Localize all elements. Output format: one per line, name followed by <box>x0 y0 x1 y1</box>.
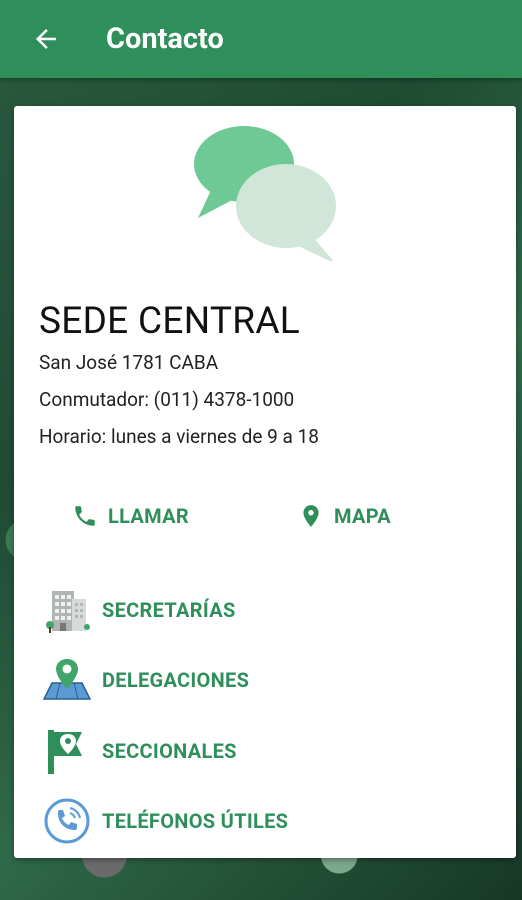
location-flag-icon <box>48 730 82 774</box>
menu-item-seccionales[interactable]: SECCIONALES <box>42 725 492 777</box>
office-hours: Horario: lunes a viernes de 9 a 18 <box>39 425 319 448</box>
contact-card: SEDE CENTRAL San José 1781 CABA Conmutad… <box>14 106 516 858</box>
menu-item-telefonos-utiles[interactable]: TELÉFONOS ÚTILES <box>42 795 492 847</box>
office-name: SEDE CENTRAL <box>39 300 301 343</box>
building-icon <box>46 591 90 633</box>
phone-icon <box>75 506 95 526</box>
chat-bubbles-icon <box>194 126 336 261</box>
call-button[interactable]: LLAMAR <box>72 498 189 534</box>
menu-item-secretarias[interactable]: SECRETARÍAS <box>42 584 492 636</box>
map-label: MAPA <box>334 504 392 528</box>
menu-item-label: SECCIONALES <box>102 739 237 763</box>
menu-item-label: DELEGACIONES <box>102 668 250 692</box>
phone-circle-icon <box>44 798 90 844</box>
call-label: LLAMAR <box>108 504 189 528</box>
map-pin-icon <box>42 659 92 700</box>
menu-item-label: TELÉFONOS ÚTILES <box>102 809 289 833</box>
menu-item-delegaciones[interactable]: DELEGACIONES <box>42 654 492 706</box>
map-button[interactable]: MAPA <box>298 498 391 534</box>
location-pin-icon <box>303 505 319 527</box>
arrow-left-icon <box>36 29 56 49</box>
menu-item-label: SECRETARÍAS <box>102 598 236 622</box>
back-button[interactable] <box>22 15 70 63</box>
office-phone: Conmutador: (011) 4378-1000 <box>39 388 295 411</box>
office-address: San José 1781 CABA <box>39 351 219 374</box>
page-title: Contacto <box>106 22 224 56</box>
app-bar: Contacto <box>0 0 522 78</box>
